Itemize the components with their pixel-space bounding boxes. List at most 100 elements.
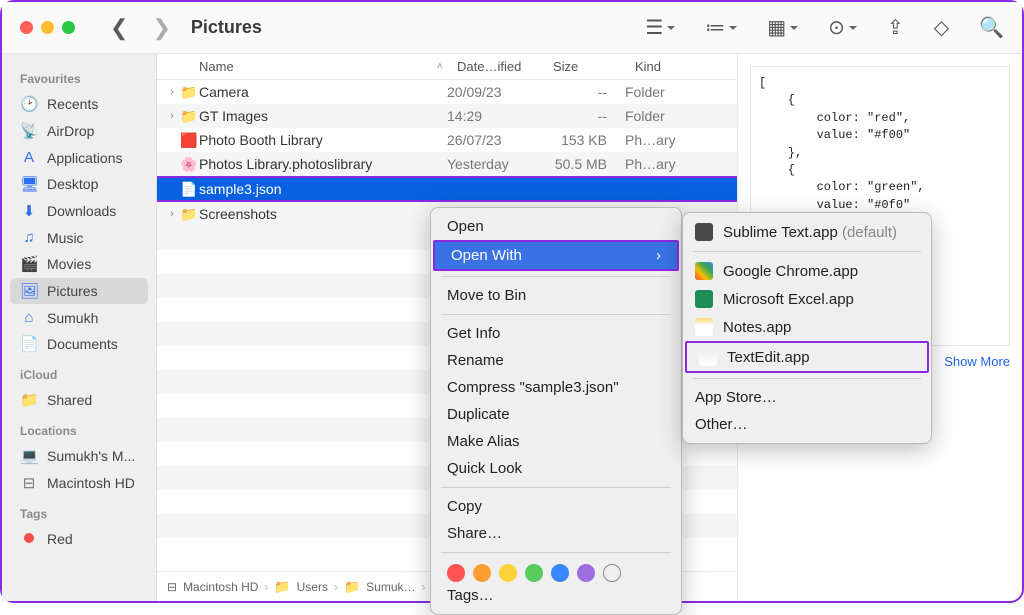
openwith-default-suffix: (default) (842, 224, 897, 241)
sidebar-head-locations: Locations (2, 414, 156, 442)
openwith-other[interactable]: Other… (683, 411, 931, 438)
titlebar: ❮ ❯ Pictures ☰ ≔ ▦ ⊙ ⇪ ◇ 🔍 (2, 2, 1022, 54)
sidebar-item-music[interactable]: ♫Music (10, 225, 148, 250)
openwith-default[interactable]: Sublime Text.app (default) (683, 218, 931, 246)
sidebar-icon: ⌂ (20, 309, 38, 326)
app-icon (699, 348, 717, 366)
file-size: -- (543, 108, 625, 124)
tag-color[interactable] (525, 564, 543, 582)
openwith-textedit-app[interactable]: TextEdit.app (685, 341, 929, 373)
back-button[interactable]: ❮ (110, 15, 128, 41)
tag-color[interactable] (499, 564, 517, 582)
ctx-open-with[interactable]: Open With › (433, 240, 679, 271)
sidebar-item-downloads[interactable]: ⬇Downloads (10, 198, 148, 224)
openwith-notes-app[interactable]: Notes.app (683, 313, 931, 341)
sidebar-tag-red[interactable]: Red (10, 526, 148, 551)
minimize-window-button[interactable] (41, 21, 54, 34)
path-seg-1[interactable]: Users (297, 580, 328, 594)
file-icon: 🌸 (179, 156, 199, 173)
forward-button[interactable]: ❯ (152, 15, 170, 41)
sidebar-item-desktop[interactable]: 🖥Desktop (10, 171, 148, 197)
sidebar-item-documents[interactable]: 📄Documents (10, 331, 148, 357)
grid-icon[interactable]: ▦ (767, 15, 798, 40)
file-row[interactable]: 🌸Photos Library.photoslibraryYesterday50… (157, 152, 737, 176)
search-icon[interactable]: 🔍 (979, 15, 1004, 40)
file-row[interactable]: ›📁GT Images14:29--Folder (157, 104, 737, 128)
sidebar-icon: 🎬 (20, 255, 38, 273)
tag-color[interactable] (577, 564, 595, 582)
disclosure-triangle[interactable]: › (165, 110, 179, 122)
openwith-microsoft-excel-app[interactable]: Microsoft Excel.app (683, 285, 931, 313)
sidebar-item-recents[interactable]: 🕑Recents (10, 91, 148, 117)
file-row[interactable]: 🟥Photo Booth Library26/07/23153 KBPh…ary (157, 128, 737, 152)
file-name: Screenshots (199, 206, 447, 222)
view-list-icon[interactable]: ☰ (645, 15, 675, 40)
app-icon (695, 290, 713, 308)
file-kind: Ph…ary (625, 156, 676, 172)
file-row[interactable]: ›📁Camera20/09/23--Folder (157, 80, 737, 104)
file-size: 153 KB (543, 132, 625, 148)
file-kind: Folder (625, 84, 665, 100)
zoom-window-button[interactable] (62, 21, 75, 34)
file-icon: 📁 (179, 206, 199, 223)
tag-color[interactable] (473, 564, 491, 582)
ctx-tags[interactable]: Tags… (431, 582, 681, 609)
nav-arrows: ❮ ❯ (110, 15, 171, 41)
sidebar-icon: 📡 (20, 122, 38, 140)
ctx-move-to-bin[interactable]: Move to Bin (431, 282, 681, 309)
ctx-open[interactable]: Open (431, 213, 681, 240)
action-icon[interactable]: ⊙ (828, 15, 857, 40)
context-menu: Open Open With › Move to Bin Get Info Re… (430, 207, 682, 615)
sidebar-icon: 📄 (20, 335, 38, 353)
file-date: 20/09/23 (447, 84, 543, 100)
sidebar-item-shared[interactable]: 📁Shared (10, 387, 148, 413)
tag-color[interactable] (551, 564, 569, 582)
sidebar-item-sumukh[interactable]: ⌂Sumukh (10, 305, 148, 330)
ctx-share[interactable]: Share… (431, 520, 681, 547)
sidebar-item-label: Sumukh's M... (47, 448, 135, 464)
ctx-make-alias[interactable]: Make Alias (431, 428, 681, 455)
file-name: Camera (199, 84, 447, 100)
group-icon[interactable]: ≔ (705, 15, 737, 40)
sublime-icon (695, 223, 713, 241)
col-kind[interactable]: Kind (635, 59, 737, 74)
sidebar-item-label: Desktop (47, 176, 98, 192)
app-icon (695, 262, 713, 280)
openwith-google-chrome-app[interactable]: Google Chrome.app (683, 257, 931, 285)
col-size[interactable]: Size (553, 59, 635, 74)
disclosure-triangle[interactable]: › (165, 86, 179, 98)
col-name[interactable]: Name (199, 59, 234, 74)
ctx-duplicate[interactable]: Duplicate (431, 401, 681, 428)
sidebar-item-airdrop[interactable]: 📡AirDrop (10, 118, 148, 144)
sidebar-icon: 🕑 (20, 95, 38, 113)
path-seg-hd-icon: ⊟ (167, 580, 177, 594)
tag-icon[interactable]: ◇ (934, 15, 949, 40)
openwith-other-label: Other… (695, 416, 748, 433)
file-kind: Ph…ary (625, 132, 676, 148)
path-seg-0[interactable]: Macintosh HD (183, 580, 258, 594)
open-with-submenu: Sublime Text.app (default) Google Chrome… (682, 212, 932, 444)
ctx-copy[interactable]: Copy (431, 493, 681, 520)
file-date: 14:29 (447, 108, 543, 124)
sort-arrow-icon[interactable]: ˄ (437, 61, 443, 73)
sidebar-item-pictures[interactable]: 🖼Pictures (10, 278, 148, 304)
sidebar-item-sumukh-s-m-[interactable]: 💻 Sumukh's M... (10, 443, 148, 469)
sidebar-item-movies[interactable]: 🎬Movies (10, 251, 148, 277)
openwith-app-store[interactable]: App Store… (683, 384, 931, 411)
tag-color[interactable] (447, 564, 465, 582)
sidebar-item-macintosh-hd[interactable]: ⊟Macintosh HD (10, 470, 148, 496)
share-icon[interactable]: ⇪ (887, 15, 904, 40)
col-date[interactable]: Date…ified (457, 59, 553, 74)
sidebar-item-applications[interactable]: AApplications (10, 145, 148, 170)
ctx-rename[interactable]: Rename (431, 347, 681, 374)
show-more-link[interactable]: Show More (944, 354, 1010, 369)
file-row[interactable]: 📄sample3.json (157, 176, 737, 202)
path-seg-2[interactable]: Sumuk… (366, 580, 415, 594)
ctx-compress[interactable]: Compress "sample3.json" (431, 374, 681, 401)
ctx-get-info[interactable]: Get Info (431, 320, 681, 347)
sidebar-icon: 💻 (20, 447, 38, 465)
disclosure-triangle[interactable]: › (165, 208, 179, 220)
close-window-button[interactable] (20, 21, 33, 34)
ctx-quick-look[interactable]: Quick Look (431, 455, 681, 482)
tag-color[interactable] (603, 564, 621, 582)
